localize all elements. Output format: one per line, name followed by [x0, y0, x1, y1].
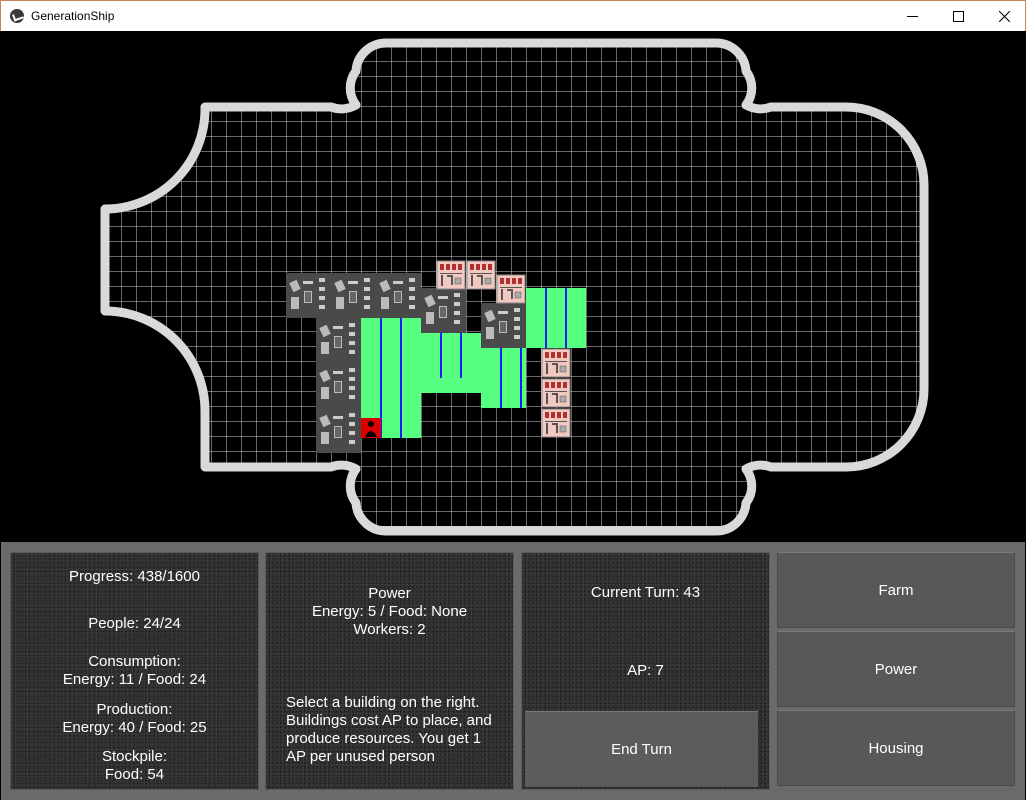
close-button[interactable] [981, 1, 1026, 31]
end-turn-button[interactable]: End Turn [525, 711, 758, 787]
housing-button[interactable]: Housing [777, 710, 1015, 786]
bottom-panel: Progress: 438/1600 People: 24/24 Consump… [1, 542, 1025, 800]
housing-building[interactable] [541, 408, 571, 438]
power-building[interactable] [316, 363, 361, 408]
window-title: GenerationShip [31, 9, 115, 23]
current-turn-text: Current Turn: 43 [590, 584, 701, 601]
production-value: Energy: 40 / Food: 25 [62, 719, 207, 736]
housing-building[interactable] [436, 260, 466, 290]
people-text: People: 24/24 [88, 615, 181, 632]
power-building[interactable] [316, 318, 361, 363]
housing-building[interactable] [496, 274, 526, 304]
ship-map[interactable] [1, 31, 1025, 542]
turn-panel: Current Turn: 43 AP: 7 End Turn [521, 552, 770, 790]
selected-building-workers: Workers: 2 [353, 621, 426, 638]
power-building[interactable] [286, 273, 331, 318]
production-label: Production: [96, 701, 173, 718]
farm-tile[interactable] [526, 288, 586, 348]
selected-building-name: Power [368, 585, 411, 602]
progress-text: Progress: 438/1600 [69, 568, 200, 585]
minimize-button[interactable] [889, 1, 935, 31]
farm-button[interactable]: Farm [777, 552, 1015, 628]
minimize-icon [907, 16, 918, 17]
maximize-icon [953, 11, 964, 22]
app-logo-icon [10, 9, 24, 23]
ap-text: AP: 7 [627, 662, 664, 679]
farm-tile[interactable] [421, 378, 481, 393]
consumption-value: Energy: 11 / Food: 24 [62, 671, 207, 688]
housing-building[interactable] [466, 260, 496, 290]
close-icon [999, 11, 1010, 22]
help-text: Select a building on the right. Building… [286, 694, 492, 765]
maximize-button[interactable] [935, 1, 981, 31]
stockpile-value: Food: 54 [104, 766, 165, 783]
building-info-panel: Power Energy: 5 / Food: None Workers: 2 … [265, 552, 514, 790]
power-building[interactable] [481, 303, 526, 348]
title-bar: GenerationShip [0, 0, 1026, 31]
power-building[interactable] [376, 273, 421, 318]
power-building[interactable] [316, 408, 361, 453]
selected-building-resources: Energy: 5 / Food: None [311, 603, 468, 620]
ship-map-view[interactable] [1, 31, 1025, 542]
build-menu: Farm Power Housing [777, 552, 1017, 790]
power-building[interactable] [331, 273, 376, 318]
stats-panel: Progress: 438/1600 People: 24/24 Consump… [10, 552, 259, 790]
person-icon[interactable] [361, 418, 381, 438]
housing-building[interactable] [541, 348, 571, 378]
consumption-label: Consumption: [88, 653, 181, 670]
power-button[interactable]: Power [777, 631, 1015, 707]
power-building[interactable] [421, 288, 466, 333]
stockpile-label: Stockpile: [101, 748, 168, 765]
housing-building[interactable] [541, 378, 571, 408]
